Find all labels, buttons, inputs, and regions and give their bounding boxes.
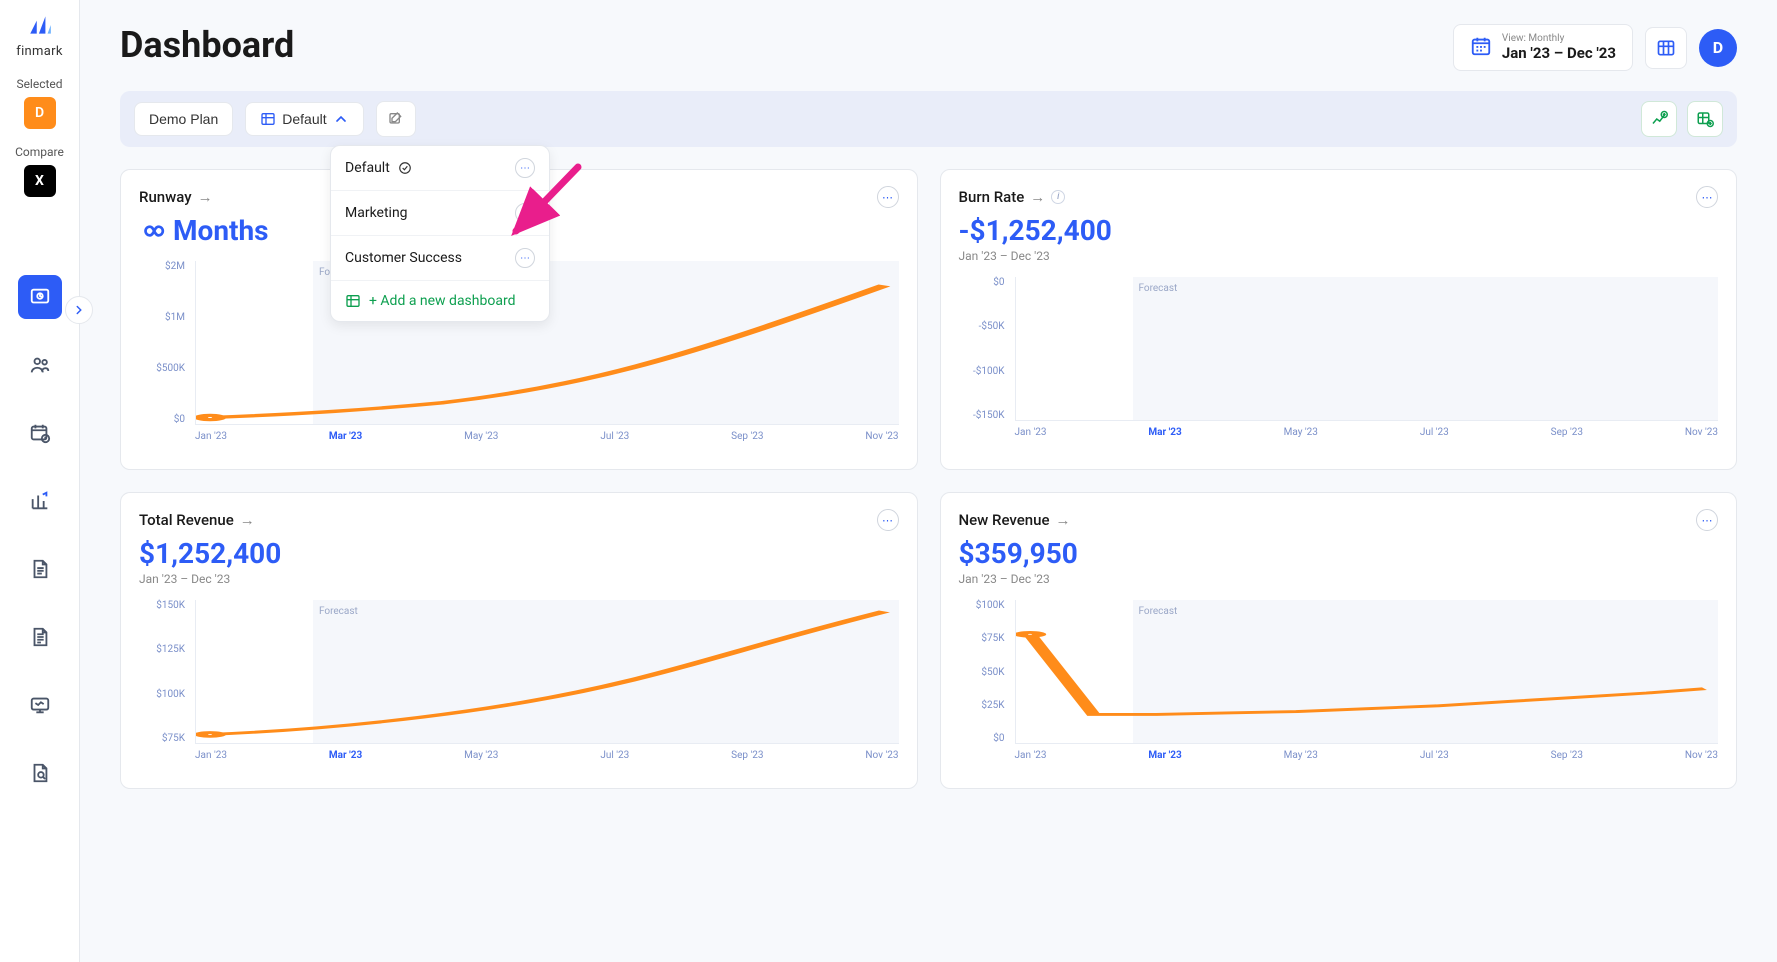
- burn-chart: $0-$50K-$100K-$150K Forecast Jan '23Mar …: [959, 277, 1719, 447]
- date-range-selector[interactable]: View: Monthly Jan '23 – Dec '23: [1453, 24, 1633, 71]
- card-subtitle: Jan '23 – Dec '23: [959, 249, 1719, 263]
- dashboard-selector[interactable]: Default: [245, 102, 363, 136]
- card-more-button[interactable]: ⋯: [877, 509, 899, 531]
- logo: finmark: [16, 12, 62, 59]
- card-more-button[interactable]: ⋯: [1696, 509, 1718, 531]
- date-range-text: Jan '23 – Dec '23: [1502, 44, 1616, 62]
- main-content: Dashboard View: Monthly Jan '23 – Dec '2…: [80, 0, 1777, 962]
- sidebar: finmark Selected D Compare X: [0, 0, 80, 962]
- info-icon[interactable]: i: [1051, 190, 1065, 204]
- nav-search-doc[interactable]: [18, 751, 62, 795]
- item-more-icon[interactable]: ⋯: [515, 248, 535, 268]
- card-title[interactable]: New Revenue→: [959, 511, 1071, 529]
- arrow-right-icon: →: [198, 188, 213, 206]
- nav-document-list[interactable]: [18, 547, 62, 591]
- card-subtitle: Jan '23 – Dec '23: [139, 572, 899, 586]
- compare-avatar[interactable]: X: [24, 165, 56, 197]
- new-revenue-chart: $100K$75K$50K$25K$0 Forecast Jan '23Mar …: [959, 600, 1719, 770]
- add-chart-button[interactable]: [1641, 101, 1677, 137]
- nav-desktop[interactable]: [18, 683, 62, 727]
- sidebar-collapse-button[interactable]: [65, 296, 93, 324]
- arrow-right-icon: →: [240, 511, 255, 529]
- arrow-right-icon: →: [1030, 188, 1045, 206]
- table-view-button[interactable]: [1645, 27, 1687, 69]
- dashboard-dropdown: Default ⋯ Marketing ⋯ Customer Success ⋯…: [330, 145, 550, 322]
- dropdown-add-dashboard[interactable]: + Add a new dashboard: [331, 281, 549, 321]
- infinity-icon: [139, 218, 165, 244]
- view-label: View: Monthly: [1502, 33, 1616, 44]
- check-icon: [398, 161, 412, 175]
- compare-label: Compare: [15, 145, 64, 159]
- card-title[interactable]: Burn Rate→i: [959, 188, 1066, 206]
- item-more-icon[interactable]: ⋯: [515, 158, 535, 178]
- nav-dashboard[interactable]: [18, 275, 62, 319]
- card-metric: $359,950: [959, 537, 1719, 570]
- nav-document-lines[interactable]: [18, 615, 62, 659]
- card-subtitle: Jan '23 – Dec '23: [959, 572, 1719, 586]
- header-controls: View: Monthly Jan '23 – Dec '23 D: [1453, 24, 1737, 71]
- card-more-button[interactable]: ⋯: [1696, 186, 1718, 208]
- item-more-icon[interactable]: ⋯: [515, 203, 535, 223]
- total-revenue-chart: $150K$125K$100K$75K Forecast Jan '23Mar …: [139, 600, 899, 770]
- page-header: Dashboard View: Monthly Jan '23 – Dec '2…: [120, 24, 1737, 71]
- dashboard-toolbar: Demo Plan Default Default ⋯ Marketing ⋯: [120, 91, 1737, 147]
- selected-label: Selected: [16, 77, 62, 91]
- card-metric: -$1,252,400: [959, 214, 1719, 247]
- dropdown-item-customer-success[interactable]: Customer Success ⋯: [331, 236, 549, 281]
- nav-people[interactable]: [18, 343, 62, 387]
- dropdown-item-marketing[interactable]: Marketing ⋯: [331, 191, 549, 236]
- dropdown-item-default[interactable]: Default ⋯: [331, 146, 549, 191]
- brand-name: finmark: [16, 44, 62, 59]
- arrow-right-icon: →: [1056, 511, 1071, 529]
- edit-dashboard-button[interactable]: [376, 101, 416, 137]
- nav-trends[interactable]: [18, 479, 62, 523]
- add-table-button[interactable]: [1687, 101, 1723, 137]
- card-metric: $1,252,400: [139, 537, 899, 570]
- card-title[interactable]: Runway→: [139, 188, 213, 206]
- nav-icons: [18, 275, 62, 795]
- card-total-revenue: Total Revenue→ ⋯ $1,252,400 Jan '23 – De…: [120, 492, 918, 789]
- user-avatar[interactable]: D: [1699, 29, 1737, 67]
- card-title[interactable]: Total Revenue→: [139, 511, 255, 529]
- page-title: Dashboard: [120, 24, 294, 66]
- logo-icon: [27, 12, 53, 42]
- selected-avatar[interactable]: D: [24, 97, 56, 129]
- plan-selector[interactable]: Demo Plan: [134, 102, 233, 136]
- card-more-button[interactable]: ⋯: [877, 186, 899, 208]
- nav-calendar-money[interactable]: [18, 411, 62, 455]
- card-burn-rate: Burn Rate→i ⋯ -$1,252,400 Jan '23 – Dec …: [940, 169, 1738, 470]
- card-new-revenue: New Revenue→ ⋯ $359,950 Jan '23 – Dec '2…: [940, 492, 1738, 789]
- calendar-icon: [1470, 35, 1492, 61]
